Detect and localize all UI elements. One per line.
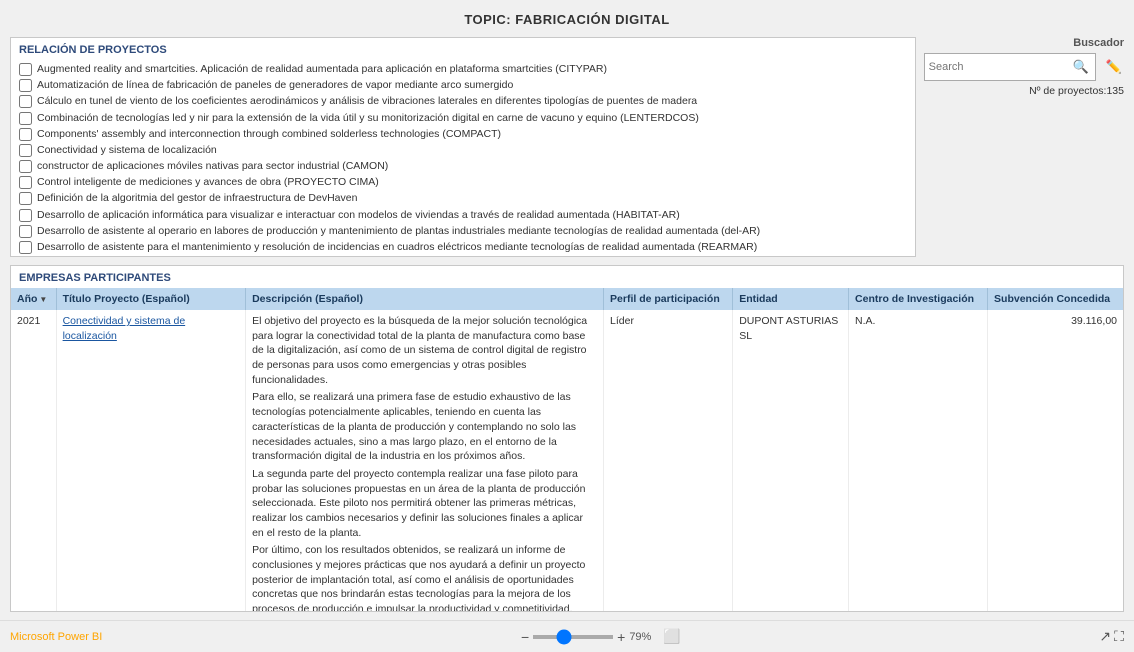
zoom-out-button[interactable]: − bbox=[521, 630, 529, 644]
project-text: Conectividad y sistema de localización bbox=[37, 143, 217, 157]
project-count-label: Nº de proyectos: bbox=[1029, 85, 1106, 97]
search-input[interactable] bbox=[929, 61, 1071, 73]
projects-panel: RELACIÓN DE PROYECTOS Augmented reality … bbox=[10, 37, 916, 257]
search-panel: Buscador 🔍 ✏️ Nº de proyectos:135 bbox=[924, 37, 1124, 257]
list-item: Conectividad y sistema de localización bbox=[19, 143, 907, 157]
project-checkbox[interactable] bbox=[19, 160, 32, 173]
project-text: Control inteligente de mediciones y avan… bbox=[37, 175, 379, 189]
project-text: Automatización de línea de fabricación d… bbox=[37, 78, 513, 92]
zoom-in-button[interactable]: + bbox=[617, 630, 625, 644]
list-item: Components' assembly and interconnection… bbox=[19, 127, 907, 141]
project-text: Combinación de tecnologías led y nir par… bbox=[37, 111, 699, 125]
col-header-title: Título Proyecto (Español) bbox=[56, 288, 246, 310]
zoom-slider[interactable] bbox=[533, 635, 613, 639]
cell-subvencion: 39.116,00 bbox=[988, 310, 1123, 611]
list-item: Augmented reality and smartcities. Aplic… bbox=[19, 62, 907, 76]
projects-list: Augmented reality and smartcities. Aplic… bbox=[19, 62, 907, 257]
topic-value: FABRICACIÓN DIGITAL bbox=[515, 12, 669, 27]
project-text: Desarrollo de dispositivo de inspección … bbox=[37, 256, 556, 257]
project-count: Nº de proyectos:135 bbox=[1029, 85, 1124, 97]
list-item: Desarrollo de dispositivo de inspección … bbox=[19, 256, 907, 257]
project-text: Desarrollo de asistente para el mantenim… bbox=[37, 240, 757, 254]
cell-centro: N.A. bbox=[849, 310, 988, 611]
list-item: Control inteligente de mediciones y avan… bbox=[19, 175, 907, 189]
project-count-value: 135 bbox=[1106, 85, 1124, 97]
search-button[interactable]: 🔍 bbox=[1071, 57, 1091, 77]
list-item: Desarrollo de asistente al operario en l… bbox=[19, 224, 907, 238]
table-header: Año▼Título Proyecto (Español)Descripción… bbox=[11, 288, 1123, 310]
cell-year: 2021 bbox=[11, 310, 56, 611]
cell-description: El objetivo del proyecto es la búsqueda … bbox=[246, 310, 604, 611]
sort-arrow-icon: ▼ bbox=[39, 295, 47, 304]
list-item: constructor de aplicaciones móviles nati… bbox=[19, 159, 907, 173]
cell-title[interactable]: Conectividad y sistema de localización bbox=[56, 310, 246, 611]
project-text: Desarrollo de asistente al operario en l… bbox=[37, 224, 760, 238]
list-item: Desarrollo de aplicación informática par… bbox=[19, 208, 907, 222]
zoom-controls: − + 79% ⬜ bbox=[521, 628, 681, 645]
project-checkbox[interactable] bbox=[19, 225, 32, 238]
project-text: Augmented reality and smartcities. Aplic… bbox=[37, 62, 607, 76]
table-section: EMPRESAS PARTICIPANTES Año▼Título Proyec… bbox=[10, 265, 1124, 612]
topic-header: TOPIC: FABRICACIÓN DIGITAL bbox=[10, 8, 1124, 29]
fullscreen-button[interactable]: ⛶ bbox=[1114, 628, 1124, 645]
project-title-link[interactable]: Conectividad y sistema de localización bbox=[63, 315, 186, 342]
table-row: 2021 Conectividad y sistema de localizaci… bbox=[11, 310, 1123, 611]
project-checkbox[interactable] bbox=[19, 176, 32, 189]
project-checkbox[interactable] bbox=[19, 79, 32, 92]
list-item: Definición de la algoritmia del gestor d… bbox=[19, 191, 907, 205]
project-text: Cálculo en tunel de viento de los coefic… bbox=[37, 94, 697, 108]
col-header-entidad: Entidad bbox=[733, 288, 849, 310]
table-body: 2021 Conectividad y sistema de localizaci… bbox=[11, 310, 1123, 611]
powerbi-link[interactable]: Microsoft Power BI bbox=[10, 631, 102, 643]
project-checkbox[interactable] bbox=[19, 112, 32, 125]
project-text: Desarrollo de aplicación informática par… bbox=[37, 208, 680, 222]
project-checkbox[interactable] bbox=[19, 95, 32, 108]
table-title: EMPRESAS PARTICIPANTES bbox=[11, 266, 1123, 288]
search-label: Buscador bbox=[1073, 37, 1124, 49]
edit-icon-button[interactable]: ✏️ bbox=[1104, 57, 1124, 77]
project-text: Components' assembly and interconnection… bbox=[37, 127, 501, 141]
project-checkbox[interactable] bbox=[19, 128, 32, 141]
list-item: Automatización de línea de fabricación d… bbox=[19, 78, 907, 92]
project-checkbox[interactable] bbox=[19, 63, 32, 76]
topic-label: TOPIC: bbox=[464, 12, 511, 27]
project-text: constructor de aplicaciones móviles nati… bbox=[37, 159, 388, 173]
project-checkbox[interactable] bbox=[19, 192, 32, 205]
list-item: Combinación de tecnologías led y nir par… bbox=[19, 111, 907, 125]
col-header-desc: Descripción (Español) bbox=[246, 288, 604, 310]
project-checkbox[interactable] bbox=[19, 209, 32, 222]
search-box: 🔍 bbox=[924, 53, 1096, 81]
projects-panel-title: RELACIÓN DE PROYECTOS bbox=[19, 44, 907, 56]
project-checkbox[interactable] bbox=[19, 144, 32, 157]
fit-page-button[interactable]: ⬜ bbox=[663, 628, 680, 645]
list-item: Desarrollo de asistente para el mantenim… bbox=[19, 240, 907, 254]
project-text: Definición de la algoritmia del gestor d… bbox=[37, 191, 357, 205]
col-header-centro: Centro de Investigación bbox=[849, 288, 988, 310]
table-wrapper: Año▼Título Proyecto (Español)Descripción… bbox=[11, 288, 1123, 611]
results-table: Año▼Título Proyecto (Español)Descripción… bbox=[11, 288, 1123, 611]
cell-entidad: DUPONT ASTURIAS SL bbox=[733, 310, 849, 611]
project-checkbox[interactable] bbox=[19, 241, 32, 254]
share-icon-button[interactable]: ↗ bbox=[1099, 628, 1111, 645]
col-header-sub: Subvención Concedida bbox=[988, 288, 1123, 310]
list-item: Cálculo en tunel de viento de los coefic… bbox=[19, 94, 907, 108]
col-header-year[interactable]: Año▼ bbox=[11, 288, 56, 310]
bottom-bar: Microsoft Power BI − + 79% ⬜ ↗ ⛶ bbox=[0, 620, 1134, 652]
zoom-percent: 79% bbox=[629, 631, 659, 643]
bottom-right-icons: ↗ ⛶ bbox=[1099, 628, 1124, 645]
col-header-perfil: Perfil de participación bbox=[604, 288, 733, 310]
cell-perfil: Líder bbox=[604, 310, 733, 611]
